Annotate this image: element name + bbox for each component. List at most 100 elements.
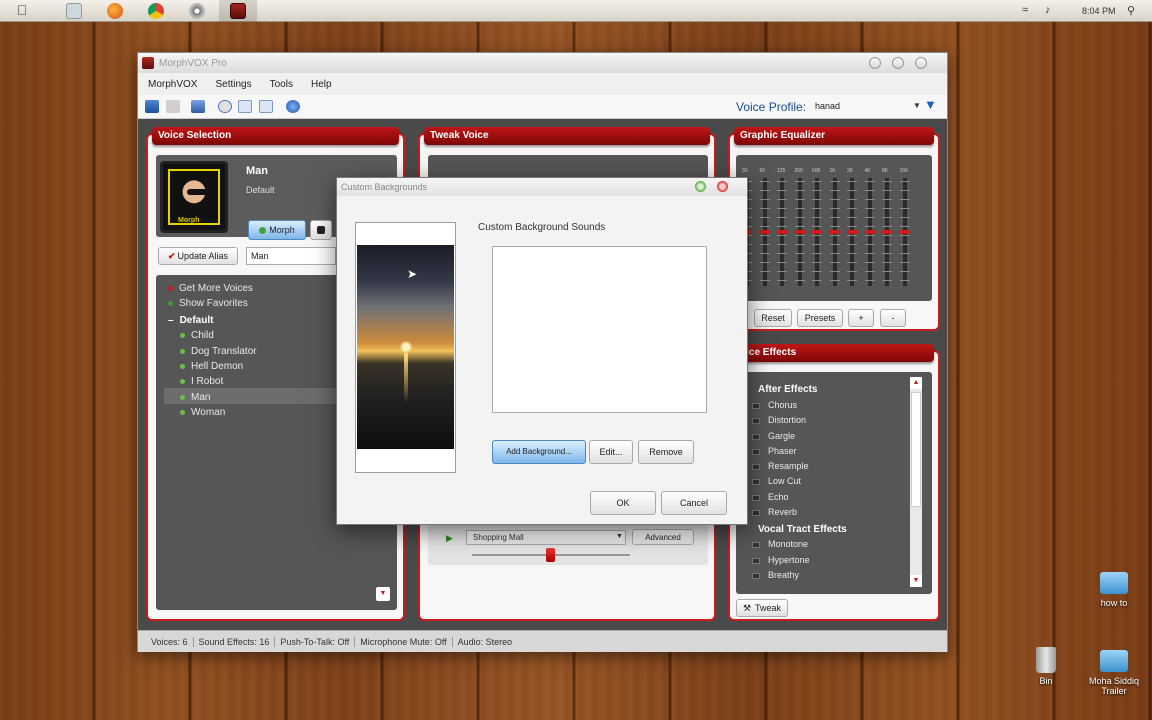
fx-phaser[interactable]: Phaser — [752, 446, 797, 456]
dialog-titlebar[interactable]: Custom Backgrounds — [337, 178, 747, 196]
scroll-down-icon[interactable]: ▼ — [376, 587, 390, 601]
ok-button[interactable]: OK — [590, 491, 656, 515]
eq-slider-thumb[interactable] — [777, 230, 787, 234]
help-icon[interactable] — [695, 181, 706, 192]
eq-slider-thumb[interactable] — [829, 230, 840, 234]
eq-slider-thumb[interactable] — [847, 230, 857, 234]
close-icon[interactable] — [717, 181, 728, 192]
voice-group-default[interactable]: – Default — [168, 315, 213, 326]
voice-item-dog-translator[interactable]: Dog Translator — [180, 346, 257, 357]
voice-profile-select[interactable]: hanad — [811, 99, 921, 115]
add-background-button[interactable]: Add Background... — [492, 440, 586, 464]
eq-slider-thumb[interactable] — [812, 230, 822, 234]
fx-distortion[interactable]: Distortion — [752, 415, 806, 425]
checkbox-icon[interactable] — [752, 433, 760, 440]
show-favorites-link[interactable]: Show Favorites — [168, 298, 248, 309]
apple-icon[interactable]:  — [17, 2, 28, 18]
eq-reset-button[interactable]: Reset — [754, 309, 792, 327]
checkbox-icon[interactable] — [752, 402, 760, 409]
help-icon[interactable] — [286, 100, 300, 113]
checkbox-icon[interactable] — [752, 541, 760, 548]
fx-hypertone[interactable]: Hypertone — [752, 555, 810, 565]
volume-slider-thumb[interactable] — [546, 548, 555, 562]
clock[interactable]: 8:04 PM — [1082, 6, 1116, 16]
background-sounds-list[interactable] — [492, 246, 707, 413]
search-icon[interactable]: ⚲ — [1127, 4, 1135, 17]
checkbox-icon[interactable] — [752, 478, 760, 485]
close-icon[interactable] — [915, 57, 927, 69]
fx-echo[interactable]: Echo — [752, 492, 789, 502]
fx-gargle[interactable]: Gargle — [752, 431, 795, 441]
scroll-up-icon[interactable]: ▲ — [910, 377, 922, 389]
voice-item-man[interactable]: Man — [180, 392, 210, 403]
fx-resample[interactable]: Resample — [752, 461, 809, 471]
desktop-bin[interactable]: Bin — [1030, 647, 1062, 686]
alias-input[interactable]: Man — [246, 247, 336, 265]
checkbox-icon[interactable] — [752, 463, 760, 470]
morph-button[interactable]: Morph — [248, 220, 306, 240]
edit-button[interactable]: Edit... — [589, 440, 633, 464]
menu-help[interactable]: Help — [311, 79, 332, 90]
desktop-folder-moha-siddiq-trailer[interactable]: Moha Siddiq Trailer — [1080, 650, 1148, 696]
wifi-icon[interactable]: ≈ — [1022, 4, 1028, 16]
voice-item-hell-demon[interactable]: Hell Demon — [180, 361, 243, 372]
listen-icon[interactable] — [191, 100, 205, 113]
eq-slider-thumb[interactable] — [864, 230, 875, 234]
update-alias-button[interactable]: ✔ Update Alias — [158, 247, 238, 265]
mute-icon[interactable] — [166, 100, 180, 113]
fx-breathy[interactable]: Breathy — [752, 570, 799, 580]
checkbox-icon[interactable] — [752, 494, 760, 501]
menu-settings[interactable]: Settings — [215, 79, 251, 90]
eq-presets-button[interactable]: Presets — [797, 309, 843, 327]
checkbox-icon[interactable] — [752, 448, 760, 455]
voice-item-i-robot[interactable]: I Robot — [180, 376, 223, 387]
checkbox-icon[interactable] — [752, 557, 760, 564]
record-button[interactable] — [310, 220, 332, 240]
tweak-button[interactable]: ⚒ Tweak — [736, 599, 788, 617]
eq-slider-thumb[interactable] — [882, 230, 892, 234]
get-more-voices-link[interactable]: Get More Voices — [168, 283, 253, 294]
fx-reverb[interactable]: Reverb — [752, 507, 797, 517]
volume-icon[interactable]: ♪ — [1045, 4, 1051, 16]
firefox-icon[interactable] — [107, 3, 123, 19]
eq-slider-thumb[interactable] — [899, 230, 910, 234]
advanced-button[interactable]: Advanced — [632, 529, 694, 545]
voice-item-woman[interactable]: Woman — [180, 407, 225, 418]
fx-chorus[interactable]: Chorus — [752, 400, 797, 410]
eq-band-label: 125 — [777, 168, 786, 174]
fx-monotone[interactable]: Monotone — [752, 539, 808, 549]
finder-icon[interactable] — [66, 3, 82, 19]
desktop-folder-how-to[interactable]: how to — [1096, 572, 1132, 608]
eq-add-button[interactable]: + — [848, 309, 874, 327]
minimize-icon[interactable] — [869, 57, 881, 69]
eq-slider-thumb[interactable] — [759, 230, 770, 234]
cancel-button[interactable]: Cancel — [661, 491, 727, 515]
scroll-down-icon[interactable]: ▼ — [910, 575, 922, 587]
chrome-icon[interactable] — [148, 3, 164, 19]
maximize-icon[interactable] — [892, 57, 904, 69]
checkbox-icon[interactable] — [752, 417, 760, 424]
eq-remove-button[interactable]: - — [880, 309, 906, 327]
background-select[interactable]: Shopping Mall — [466, 530, 626, 545]
timer-icon[interactable] — [218, 100, 232, 113]
voice-library-icon[interactable] — [145, 100, 159, 113]
menu-morphvox[interactable]: MorphVOX — [148, 79, 197, 90]
remove-button[interactable]: Remove — [638, 440, 694, 464]
play-icon[interactable]: ▶ — [446, 533, 453, 544]
eq-slider-thumb[interactable] — [794, 230, 805, 234]
chevron-down-icon[interactable]: ▼ — [913, 101, 921, 110]
window-titlebar[interactable]: MorphVOX Pro — [138, 53, 947, 73]
checkbox-icon[interactable] — [752, 572, 760, 579]
checkbox-icon[interactable] — [752, 509, 760, 516]
filter-icon[interactable]: ▼ — [924, 97, 937, 112]
menu-tools[interactable]: Tools — [270, 79, 293, 90]
collapse-icon[interactable]: – — [168, 315, 174, 326]
fx-scrollbar-thumb[interactable] — [911, 392, 921, 507]
chevron-down-icon[interactable]: ▼ — [616, 533, 623, 540]
fx-low-cut[interactable]: Low Cut — [752, 476, 801, 486]
media-player-icon[interactable] — [189, 3, 205, 19]
eq-icon[interactable] — [238, 100, 252, 113]
morphvox-taskbar-icon[interactable] — [230, 3, 246, 19]
voice-item-child[interactable]: Child — [180, 330, 214, 341]
sound-icon[interactable] — [259, 100, 273, 113]
